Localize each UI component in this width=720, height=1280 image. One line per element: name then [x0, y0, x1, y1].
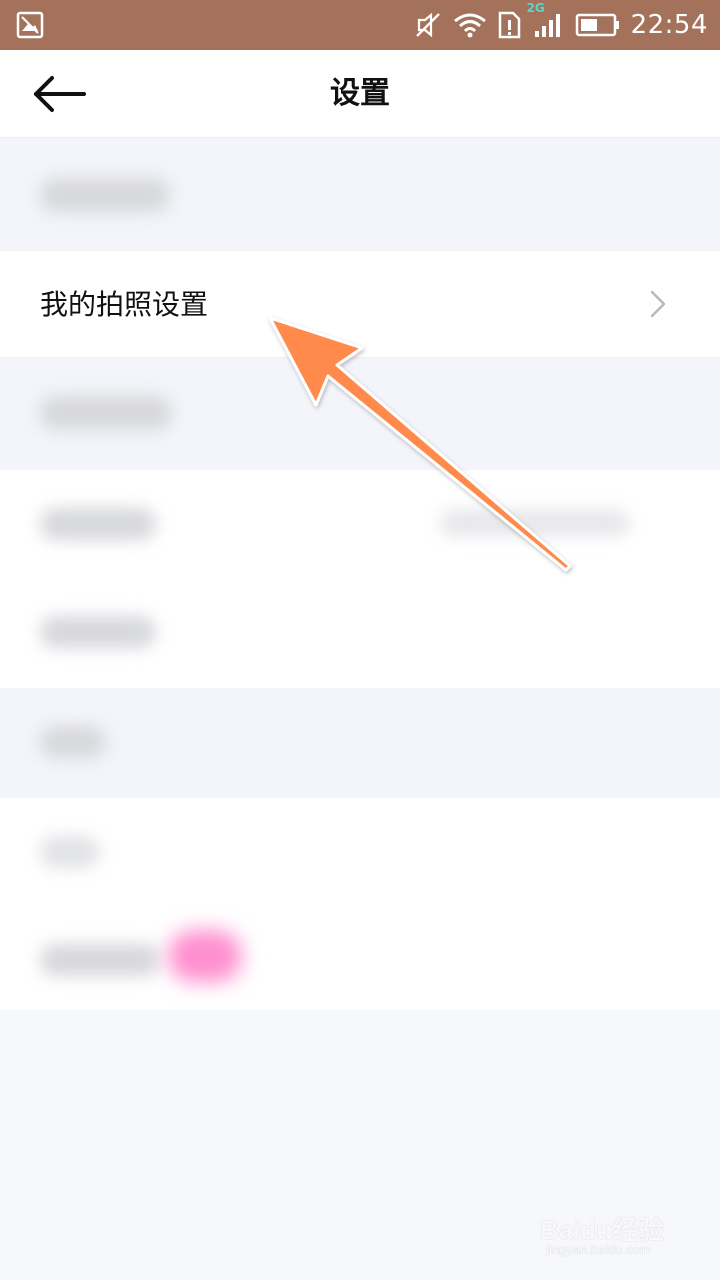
blurred-list-item[interactable] [0, 470, 720, 578]
blurred-section-header [0, 358, 720, 470]
mute-icon [415, 12, 440, 38]
watermark-url: jingyan.baidu.com [546, 1242, 651, 1257]
blurred-text [40, 396, 172, 430]
signal-icon [534, 14, 560, 37]
photo-settings-row[interactable]: 我的拍照设置 [0, 250, 720, 358]
blurred-text [40, 726, 106, 758]
blurred-text [40, 178, 170, 212]
blurred-text [40, 616, 156, 648]
blurred-section-header [0, 138, 720, 250]
battery-icon [575, 13, 619, 37]
back-arrow-icon[interactable] [28, 72, 92, 116]
page-title: 设置 [330, 76, 390, 111]
photo-settings-label: 我的拍照设置 [40, 288, 209, 321]
watermark: Baidu经验 jingyan.baidu.com [540, 1210, 680, 1266]
blurred-text [40, 508, 156, 540]
blurred-section-header [0, 688, 720, 798]
chevron-right-icon [650, 290, 666, 318]
blurred-value [440, 510, 630, 536]
signal-strength: 2G [527, 1, 565, 39]
blurred-pink-badge [168, 930, 242, 982]
wifi-icon [453, 13, 486, 38]
blurred-list-item[interactable] [0, 578, 720, 688]
status-bar: 2G 22:54 [0, 0, 720, 50]
blurred-list-item[interactable] [0, 798, 720, 906]
clock-time: 22:54 [630, 10, 708, 40]
blurred-text [40, 836, 100, 868]
header-bar: 设置 [0, 50, 720, 138]
network-type-badge: 2G [526, 1, 545, 15]
blurred-text [40, 944, 160, 976]
image-icon [16, 11, 44, 39]
sim-alert-icon [498, 11, 520, 39]
blurred-list-item[interactable] [0, 906, 720, 1010]
